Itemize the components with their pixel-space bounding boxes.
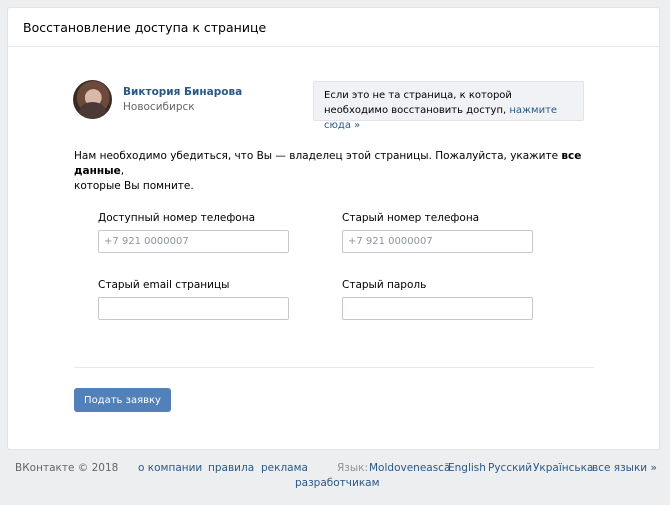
footer-link-about[interactable]: о компании: [138, 462, 202, 474]
intro-line2: которые Вы помните.: [74, 180, 194, 192]
divider: [74, 367, 594, 368]
wrong-page-notice: Если это не та страница, к которой необх…: [313, 81, 584, 131]
footer-link-ads[interactable]: реклама: [261, 462, 308, 474]
footer-link-rules[interactable]: правила: [208, 462, 254, 474]
password-field[interactable]: [342, 297, 533, 320]
intro-text: Нам необходимо убедиться, что Вы — владе…: [74, 149, 594, 194]
avatar[interactable]: [73, 80, 112, 119]
page-title: Восстановление доступа к странице: [8, 8, 659, 47]
email-field[interactable]: [98, 297, 289, 320]
profile-name[interactable]: Виктория Бинарова: [123, 85, 242, 99]
submit-request-button[interactable]: Подать заявку: [74, 388, 171, 412]
old-phone-field[interactable]: [342, 230, 533, 253]
footer-lang-moldovan[interactable]: Moldovenească: [369, 462, 450, 474]
footer-lang-ukrainian[interactable]: Українська: [533, 462, 593, 474]
footer-lang-english[interactable]: English: [448, 462, 486, 474]
profile-city: Новосибирск: [123, 100, 195, 113]
password-label: Старый пароль: [342, 279, 427, 291]
footer-copyright: ВКонтакте © 2018: [15, 462, 119, 474]
profile-block: Виктория Бинарова Новосибирск: [73, 80, 242, 119]
footer-language-label: Язык:: [337, 462, 369, 474]
footer-link-developers[interactable]: разработчикам: [295, 477, 380, 489]
intro-main: Нам необходимо убедиться, что Вы — владе…: [74, 150, 559, 162]
phone-field[interactable]: [98, 230, 289, 253]
email-label: Старый email страницы: [98, 279, 230, 291]
notice-text: Если это не та страница, к которой необх…: [324, 90, 512, 116]
phone-label: Доступный номер телефона: [98, 212, 256, 224]
footer-lang-russian[interactable]: Русский: [488, 462, 532, 474]
intro-tail: ,: [120, 165, 125, 177]
footer-all-languages[interactable]: все языки »: [592, 462, 657, 474]
restore-access-card: Восстановление доступа к странице Виктор…: [7, 7, 660, 450]
old-phone-label: Старый номер телефона: [342, 212, 480, 224]
